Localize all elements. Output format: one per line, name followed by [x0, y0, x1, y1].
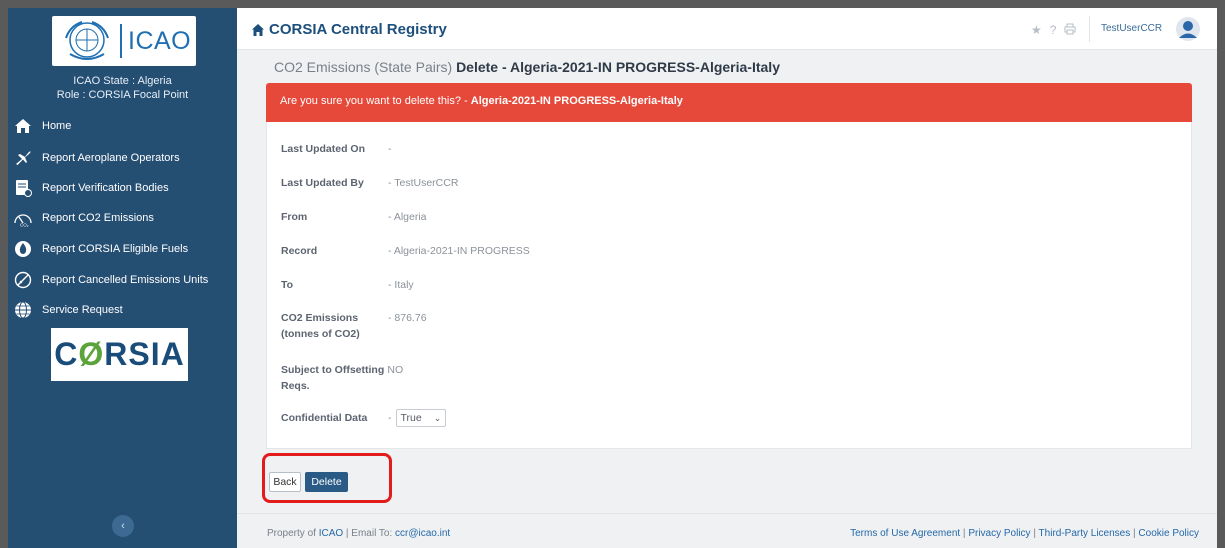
email-link[interactable]: ccr@icao.int	[395, 528, 450, 539]
detail-label: CO2 Emissions (tonnes of CO2)	[281, 312, 360, 340]
topbar-icon-group: ★ ?	[1031, 23, 1076, 38]
detail-label: Last Updated On	[281, 143, 366, 155]
detail-value: - NO	[381, 364, 404, 376]
sidebar-item-service-request[interactable]: Service Request	[8, 295, 237, 325]
footer: Property of ICAO | Email To: ccr@icao.in…	[237, 513, 1217, 548]
sidebar-item-label: Report Verification Bodies	[42, 182, 169, 194]
sidebar-item-cancelled-units[interactable]: Report Cancelled Emissions Units	[8, 265, 237, 295]
sidebar-item-home[interactable]: Home	[8, 111, 237, 141]
back-button[interactable]: Back	[269, 472, 301, 492]
icao-state: ICAO State : Algeria	[73, 75, 172, 87]
detail-row: Last Updated By - TestUserCCR	[281, 175, 458, 191]
sidebar-item-label: Service Request	[42, 304, 123, 316]
page-title-record: Delete - Algeria-2021-IN PROGRESS-Algeri…	[456, 59, 780, 75]
delete-confirmation-alert: Are you sure you want to delete this? - …	[266, 83, 1192, 122]
icao-logo-text: ICAO	[128, 26, 192, 55]
detail-value: - Algeria	[388, 211, 427, 223]
sidebar-item-co2-emissions[interactable]: CO₂ Report CO2 Emissions	[8, 203, 237, 233]
corsia-logo: C Ø RSIA	[51, 328, 188, 381]
icao-logo[interactable]: ICAO	[52, 16, 196, 66]
third-party-link[interactable]: Third-Party Licenses	[1039, 528, 1131, 539]
user-name[interactable]: TestUserCCR	[1101, 23, 1162, 34]
brand-link[interactable]: CORSIA Central Registry	[251, 21, 447, 38]
detail-label: Record	[281, 245, 318, 257]
alert-prefix: Are you sure you want to delete this? -	[280, 95, 471, 107]
footer-property-text: Property of	[267, 528, 319, 539]
detail-label: Subject to Offsetting Reqs.	[281, 364, 385, 392]
privacy-link[interactable]: Privacy Policy	[968, 528, 1030, 539]
user-role: Role : CORSIA Focal Point	[56, 89, 189, 101]
delete-button[interactable]: Delete	[305, 472, 348, 492]
globe-icon	[13, 300, 33, 320]
detail-label: From	[281, 211, 308, 223]
detail-row: From - Algeria	[281, 209, 427, 225]
detail-panel: Last Updated On - Last Updated By - Test…	[266, 122, 1192, 449]
detail-label: Last Updated By	[281, 177, 364, 189]
home-icon	[13, 116, 33, 136]
detail-value: -	[388, 143, 392, 155]
sidebar-item-label: Report CO2 Emissions	[42, 212, 154, 224]
corsia-logo-o: Ø	[78, 336, 105, 372]
confidential-data-select[interactable]: True ⌄	[395, 409, 447, 427]
home-icon	[252, 23, 264, 36]
detail-row: Confidential Data - True ⌄	[281, 409, 447, 427]
svg-text:CO₂: CO₂	[20, 223, 29, 228]
help-icon[interactable]: ?	[1050, 23, 1057, 38]
detail-value: - 876.76	[388, 312, 427, 324]
sidebar-item-label: Report Cancelled Emissions Units	[42, 274, 209, 286]
terms-link[interactable]: Terms of Use Agreement	[850, 528, 960, 539]
sidebar: ICAO ICAO State : Algeria Role : CORSIA …	[8, 8, 237, 548]
chevron-down-icon: ⌄	[433, 412, 442, 423]
top-bar: CORSIA Central Registry ★ ? TestUserCCR	[237, 8, 1217, 50]
fuel-drop-icon	[13, 239, 33, 259]
detail-value: - Italy	[388, 279, 414, 291]
detail-label: Confidential Data	[281, 412, 368, 424]
topbar-divider	[1089, 16, 1090, 42]
detail-row: CO2 Emissions (tonnes of CO2) - 876.76	[281, 310, 427, 342]
detail-value: - Algeria-2021-IN PROGRESS	[388, 245, 530, 257]
corsia-logo-c: C	[54, 336, 79, 372]
document-icon	[13, 178, 33, 198]
logo-divider	[120, 24, 122, 58]
footer-links: Terms of Use Agreement | Privacy Policy …	[850, 528, 1199, 539]
page-title: CO2 Emissions (State Pairs) Delete - Alg…	[274, 59, 780, 75]
sidebar-item-label: Report CORSIA Eligible Fuels	[42, 243, 189, 255]
page-section: CO2 Emissions (State Pairs)	[274, 59, 453, 75]
brand-title: CORSIA Central Registry	[269, 21, 447, 38]
airplane-icon	[13, 148, 33, 168]
star-icon[interactable]: ★	[1031, 23, 1042, 38]
co2-gauge-icon: CO₂	[13, 208, 33, 228]
detail-row: Record - Algeria-2021-IN PROGRESS	[281, 243, 530, 259]
detail-label: To	[281, 279, 294, 291]
cancelled-icon	[13, 270, 33, 290]
icao-link[interactable]: ICAO	[319, 528, 343, 539]
detail-row: Subject to Offsetting Reqs. - NO	[281, 362, 403, 394]
corsia-logo-rsia: RSIA	[104, 336, 185, 372]
sidebar-item-aeroplane-operators[interactable]: Report Aeroplane Operators	[8, 143, 237, 173]
alert-record: Algeria-2021-IN PROGRESS-Algeria-Italy	[470, 95, 683, 107]
print-icon[interactable]	[1064, 23, 1076, 38]
chevron-left-icon[interactable]: ‹	[112, 515, 134, 537]
sidebar-item-verification-bodies[interactable]: Report Verification Bodies	[8, 173, 237, 203]
sidebar-item-label: Report Aeroplane Operators	[42, 152, 180, 164]
sidebar-item-label: Home	[42, 120, 72, 132]
detail-value: - TestUserCCR	[388, 177, 459, 189]
avatar-icon[interactable]	[1176, 17, 1200, 41]
detail-row: To - Italy	[281, 277, 414, 293]
cookie-link[interactable]: Cookie Policy	[1138, 528, 1199, 539]
detail-row: Last Updated On -	[281, 141, 392, 157]
footer-separator: |	[1030, 528, 1039, 539]
sidebar-item-eligible-fuels[interactable]: Report CORSIA Eligible Fuels	[8, 234, 237, 264]
un-emblem-icon	[65, 21, 109, 60]
select-value: True	[400, 412, 422, 424]
browser-frame: ICAO ICAO State : Algeria Role : CORSIA …	[8, 8, 1217, 548]
footer-left: Property of ICAO | Email To: ccr@icao.in…	[267, 528, 450, 539]
footer-email-text: | Email To:	[343, 528, 396, 539]
detail-value: -	[388, 412, 392, 424]
